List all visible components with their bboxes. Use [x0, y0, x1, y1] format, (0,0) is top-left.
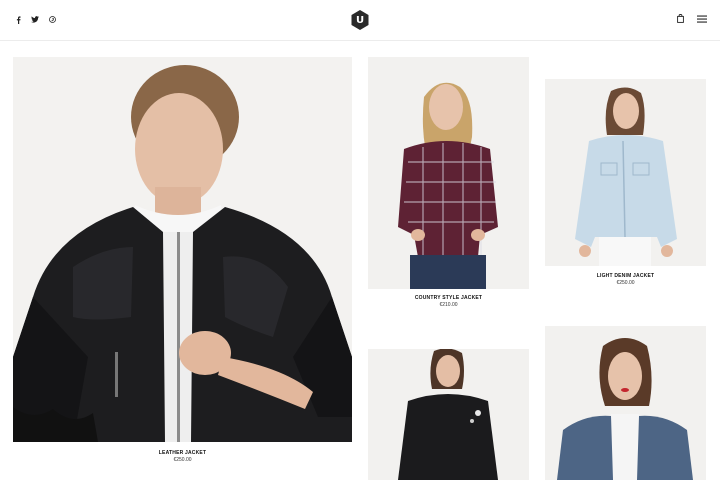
product-name[interactable]: LIGHT DENIM JACKET [545, 273, 706, 280]
product-image-leather-jacket[interactable] [13, 57, 352, 442]
product-price: €250.00 [616, 280, 635, 286]
product-card[interactable] [368, 349, 529, 480]
product-card[interactable] [545, 326, 706, 480]
product-name[interactable]: LEATHER JACKET [13, 450, 352, 457]
product-card[interactable]: LIGHT DENIM JACKET €250.00 [545, 79, 706, 290]
product-price: €210.00 [439, 302, 458, 308]
social-links [14, 15, 56, 24]
product-card[interactable]: COUNTRY STYLE JACKET €210.00 [368, 57, 529, 313]
twitter-icon[interactable] [31, 15, 39, 24]
header-actions [677, 14, 707, 23]
product-image-dark-denim-jacket[interactable] [545, 326, 706, 480]
product-card[interactable]: LEATHER JACKET €250.00 [13, 57, 352, 467]
product-image-country-style-jacket[interactable] [368, 57, 529, 289]
product-image-black-shirt[interactable] [368, 349, 529, 480]
site-logo[interactable]: U [351, 10, 369, 30]
site-header: U [0, 0, 720, 41]
hamburger-menu-icon[interactable] [697, 15, 707, 23]
pinterest-icon[interactable] [48, 15, 56, 24]
product-image-light-denim-jacket[interactable] [545, 79, 706, 266]
product-name[interactable]: COUNTRY STYLE JACKET [368, 295, 529, 302]
facebook-icon[interactable] [14, 15, 22, 24]
product-price: €250.00 [173, 457, 192, 463]
shopping-bag-icon[interactable] [677, 14, 684, 23]
logo-letter: U [355, 14, 365, 26]
